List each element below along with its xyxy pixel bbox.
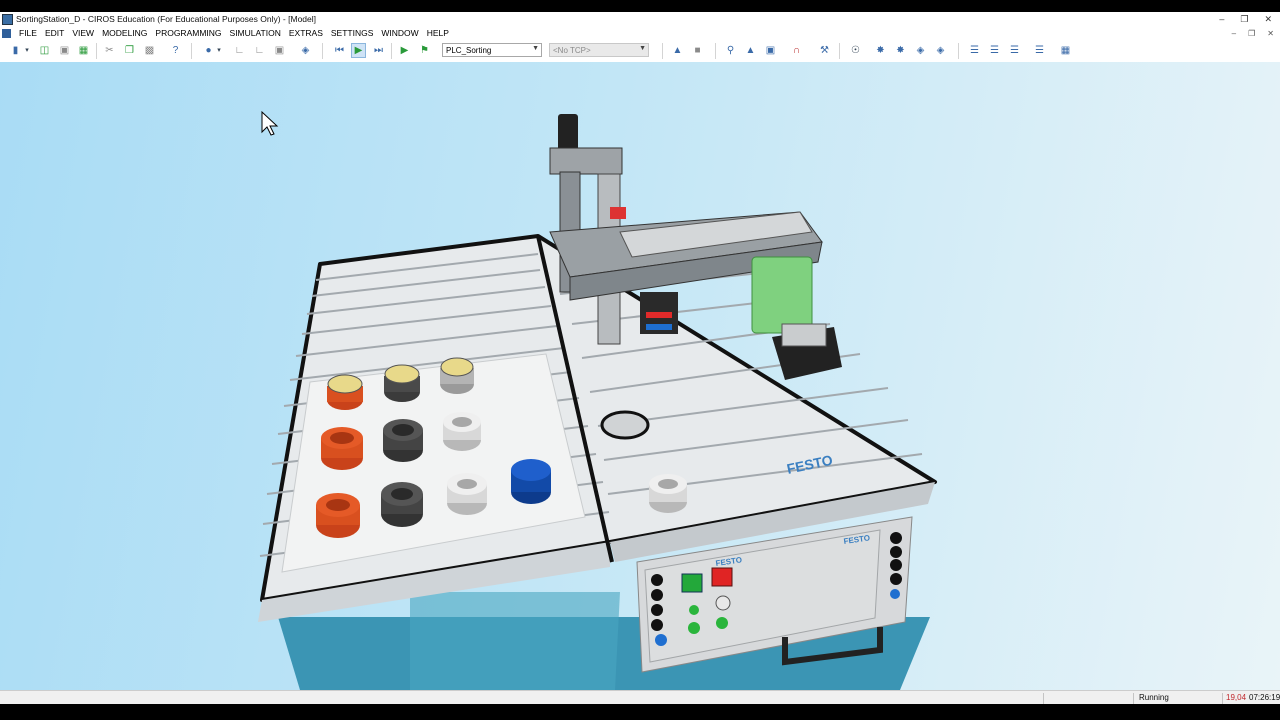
help-pointer-icon[interactable]: ? [169, 44, 182, 57]
globe-dropdown-icon[interactable]: ▾ [215, 44, 223, 57]
sorting-station-model: FESTO FESTO FESTO [258, 110, 937, 690]
status-divider [1133, 693, 1134, 704]
step-icon[interactable]: ⏭ [372, 44, 385, 57]
axis-icon[interactable]: ∟ [253, 44, 266, 57]
status-divider [1043, 693, 1044, 704]
magnet-icon[interactable]: ∩ [790, 44, 803, 57]
3d-viewport[interactable]: FESTO FESTO FESTO [0, 62, 1280, 690]
menu-view[interactable]: VIEW [68, 28, 98, 38]
play-icon[interactable]: ▶ [351, 43, 366, 58]
toolbar-separator [322, 43, 323, 59]
grid-icon[interactable]: ▦ [1059, 44, 1072, 57]
status-divider [1222, 693, 1223, 704]
station-icon[interactable]: ▣ [764, 44, 777, 57]
screen-bottom-border [0, 704, 1280, 720]
window-title: SortingStation_D - CIROS Education (For … [16, 14, 316, 24]
menu-file[interactable]: FILE [15, 28, 41, 38]
toolbar-separator [715, 43, 716, 59]
chevron-down-icon: ▼ [639, 45, 646, 52]
teach-icon[interactable]: ▲ [744, 44, 757, 57]
status-time: 07:26:19 [1249, 693, 1280, 702]
close-icon[interactable]: ✕ [1264, 14, 1272, 25]
status-bar: Running 19,04 07:26:19 [0, 690, 1280, 705]
document-icon[interactable] [2, 28, 11, 38]
status-value: 19,04 [1226, 693, 1247, 702]
reset-icon[interactable]: ⏮ [333, 44, 346, 57]
new-file-icon[interactable]: ▮ [9, 44, 22, 57]
mdi-close-icon[interactable]: ✕ [1267, 29, 1274, 38]
save-all-icon[interactable]: ▦ [77, 44, 90, 57]
menu-settings[interactable]: SETTINGS [327, 28, 378, 38]
frame-icon[interactable]: ▣ [273, 44, 286, 57]
io-icon[interactable]: ◈ [914, 44, 927, 57]
open-folder-icon[interactable]: ◫ [38, 44, 51, 57]
report-icon[interactable]: ☰ [1033, 44, 1046, 57]
menu-window[interactable]: WINDOW [377, 28, 422, 38]
menu-help[interactable]: HELP [423, 28, 453, 38]
toolbar-separator [96, 43, 97, 59]
place-position-marker [600, 410, 650, 440]
toolbar-separator [839, 43, 840, 59]
io-monitor-icon[interactable]: ◈ [934, 44, 947, 57]
chevron-down-icon: ▼ [532, 45, 539, 52]
menu-extras[interactable]: EXTRAS [285, 28, 327, 38]
run-to-icon[interactable]: ▶ [398, 44, 411, 57]
paste-icon[interactable]: ▩ [143, 44, 156, 57]
toolbar-separator [662, 43, 663, 59]
screen-top-border [0, 0, 1280, 12]
program-select-value: PLC_Sorting [446, 45, 492, 55]
tools-icon[interactable]: ⚒ [818, 44, 831, 57]
simulation-state: Running [1139, 693, 1169, 702]
debug-step-icon[interactable]: ✸ [894, 44, 907, 57]
toolbar-separator [958, 43, 959, 59]
cut-icon[interactable]: ✂ [103, 44, 116, 57]
menu-bar: FILE EDIT VIEW MODELING PROGRAMMING SIMU… [0, 26, 1280, 40]
toolbar: ▮ ▾ ◫ ▣ ▦ ✂ ❐ ▩ ? ● ▾ ∟ ∟ ▣ ◈ ⏮ ▶ ⏭ ▶ ⚑ … [0, 40, 1280, 63]
list-view-icon[interactable]: ☰ [968, 44, 981, 57]
robot-arm-icon[interactable]: ▲ [671, 44, 684, 57]
search-icon[interactable]: ⚲ [724, 44, 737, 57]
app-icon [2, 13, 13, 25]
mdi-minimize-icon[interactable]: – [1232, 29, 1236, 38]
toolbar-separator [191, 43, 192, 59]
toolbar-separator [391, 43, 392, 59]
list-check-icon[interactable]: ☰ [1008, 44, 1021, 57]
restore-icon[interactable]: ❐ [1240, 14, 1248, 25]
mdi-restore-icon[interactable]: ❐ [1248, 29, 1255, 38]
gripper-icon[interactable]: ■ [691, 44, 704, 57]
tcp-select[interactable]: <No TCP> ▼ [549, 43, 649, 57]
menu-modeling[interactable]: MODELING [98, 28, 151, 38]
menu-simulation[interactable]: SIMULATION [226, 28, 285, 38]
program-select[interactable]: PLC_Sorting ▼ [442, 43, 542, 57]
minimize-icon[interactable]: – [1219, 14, 1224, 24]
tcp-select-value: <No TCP> [553, 45, 591, 55]
run-flag-icon[interactable]: ⚑ [418, 44, 431, 57]
list-edit-icon[interactable]: ☰ [988, 44, 1001, 57]
operator-icon[interactable]: ☉ [849, 44, 862, 57]
network-icon[interactable]: ◈ [299, 44, 312, 57]
title-bar: SortingStation_D - CIROS Education (For … [0, 12, 1280, 26]
coordinate-system-icon[interactable]: ∟ [233, 44, 246, 57]
menu-programming[interactable]: PROGRAMMING [151, 28, 225, 38]
new-dropdown-icon[interactable]: ▾ [23, 44, 31, 57]
save-icon[interactable]: ▣ [58, 44, 71, 57]
mouse-cursor-icon [261, 110, 279, 136]
globe-icon[interactable]: ● [202, 44, 215, 57]
cabinet-door [410, 592, 620, 690]
copy-icon[interactable]: ❐ [123, 44, 136, 57]
debug-icon[interactable]: ✸ [874, 44, 887, 57]
menu-edit[interactable]: EDIT [41, 28, 68, 38]
